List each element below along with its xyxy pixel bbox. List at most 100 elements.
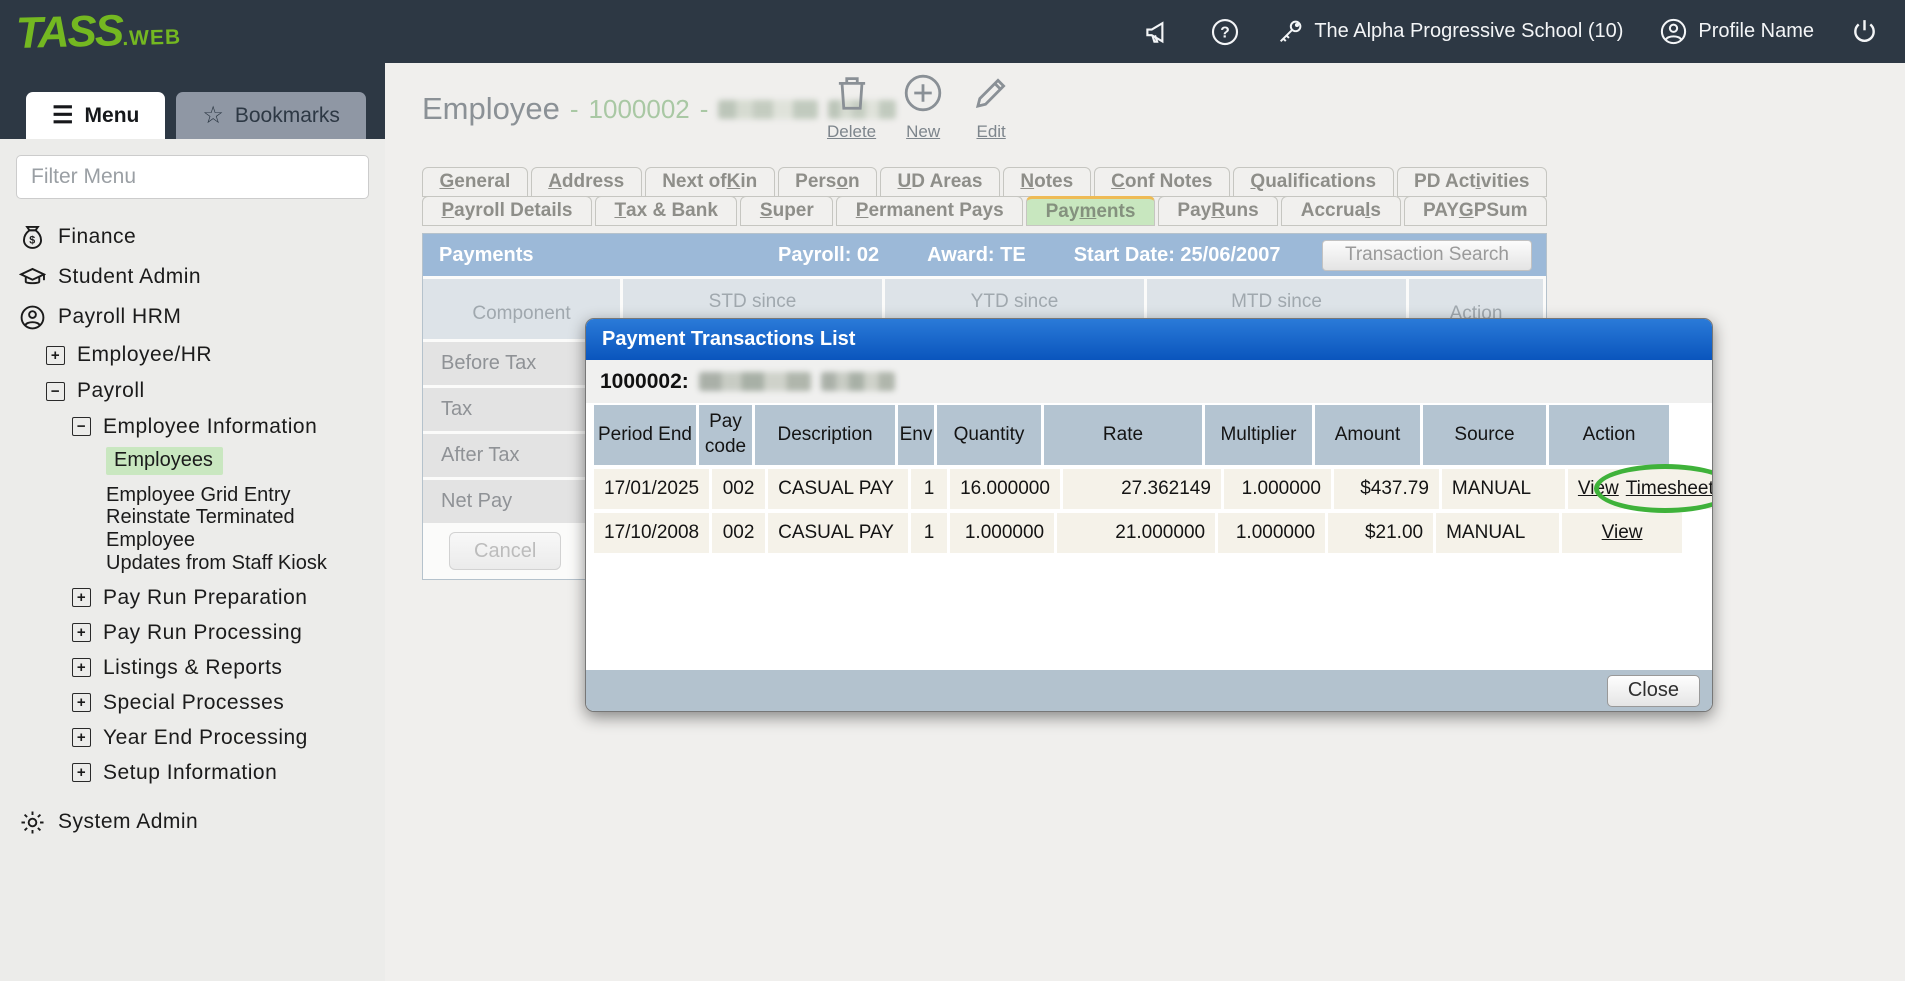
payments-panel-header: Payments Payroll: 02 Award: TE Start Dat… <box>423 234 1546 276</box>
timesheet-link[interactable]: Timesheet <box>1626 478 1713 500</box>
sidebar-item-pay-run-preparation[interactable]: + Pay Run Preparation <box>14 580 379 615</box>
expand-plus-icon[interactable]: + <box>46 346 65 365</box>
tab-permanent-pays[interactable]: Permanent Pays <box>836 196 1023 226</box>
cell-description: CASUAL PAY <box>768 469 908 509</box>
tab-bookmarks[interactable]: ☆ Bookmarks <box>176 92 366 139</box>
help-icon[interactable]: ? <box>1210 17 1240 47</box>
school-name: The Alpha Progressive School (10) <box>1314 20 1623 43</box>
tass-web-logo[interactable]: TASS .WEB <box>0 4 182 59</box>
sidebar-item-payroll-hrm[interactable]: Payroll HRM <box>14 297 379 337</box>
tab-pay-runs[interactable]: Pay Runs <box>1158 196 1278 226</box>
cell-multiplier: 1.000000 <box>1218 513 1325 553</box>
view-link[interactable]: View <box>1578 478 1619 500</box>
sidebar-item-label: Pay Run Preparation <box>103 586 307 610</box>
sidebar-item-payroll[interactable]: −Payroll <box>14 373 379 409</box>
tab-address[interactable]: Address <box>531 167 642 197</box>
svg-text:?: ? <box>1221 24 1231 41</box>
sidebar-item-label: Setup Information <box>103 761 277 785</box>
announcements-megaphone-icon[interactable] <box>1142 17 1174 47</box>
modal-column-period-end: Period End <box>594 405 696 465</box>
sidebar-item-employee-information[interactable]: −Employee Information <box>14 409 379 444</box>
tab-next-of-kin[interactable]: Next of Kin <box>645 167 775 197</box>
sidebar-item-label: Payroll HRM <box>58 305 181 329</box>
tool-label: New <box>906 122 940 142</box>
sidebar-item-student-admin[interactable]: Student Admin <box>14 257 379 297</box>
sidebar-item-finance[interactable]: $Finance <box>14 217 379 257</box>
tab-tax-bank[interactable]: Tax & Bank <box>595 196 737 226</box>
tab-accruals[interactable]: Accruals <box>1281 196 1400 226</box>
close-button[interactable]: Close <box>1607 675 1700 707</box>
expand-plus-icon[interactable]: + <box>72 658 91 677</box>
sidebar-item-reinstate-terminated-employee[interactable]: Reinstate Terminated Employee <box>14 512 379 546</box>
sidebar-item-year-end-processing[interactable]: + Year End Processing <box>14 720 379 755</box>
profile-menu[interactable]: Profile Name <box>1659 17 1814 46</box>
cell-period-end: 17/01/2025 <box>594 469 709 509</box>
expand-plus-icon[interactable]: + <box>72 623 91 642</box>
sidebar-item-setup-information[interactable]: + Setup Information <box>14 755 379 790</box>
tab-conf-notes[interactable]: Conf Notes <box>1094 167 1230 197</box>
expand-plus-icon[interactable]: + <box>72 588 91 607</box>
collapse-minus-icon[interactable]: − <box>46 382 65 401</box>
cell-source: MANUAL <box>1442 469 1565 509</box>
cell-pay-code: 002 <box>712 513 765 553</box>
tab-ud-areas[interactable]: UD Areas <box>880 167 1000 197</box>
logo-sub-text: .WEB <box>122 25 181 51</box>
tab-pd-activities[interactable]: PD Activities <box>1397 167 1547 197</box>
cell-source: MANUAL <box>1436 513 1559 553</box>
modal-column-env: Env <box>898 405 934 465</box>
tab-super[interactable]: Super <box>740 196 833 226</box>
modal-column-quantity: Quantity <box>937 405 1041 465</box>
cell-action: View <box>1562 513 1682 553</box>
tab-qualifications[interactable]: Qualifications <box>1233 167 1394 197</box>
expand-plus-icon[interactable]: + <box>72 728 91 747</box>
transaction-search-button[interactable]: Transaction Search <box>1322 240 1532 271</box>
sidebar-item-special-processes[interactable]: +Special Processes <box>14 685 379 720</box>
sidebar-item-employee-hr[interactable]: + Employee/HR <box>14 337 379 373</box>
payment-transactions-modal: Payment Transactions List 1000002: Perio… <box>585 318 1713 712</box>
sidebar-tab-strip: ☰ Menu ☆ Bookmarks <box>0 63 385 139</box>
modal-column-pay-code: Pay code <box>699 405 752 465</box>
expand-plus-icon[interactable]: + <box>72 693 91 712</box>
modal-title: Payment Transactions List <box>602 328 855 351</box>
tab-general[interactable]: General <box>422 167 528 197</box>
panel-payroll: Payroll: 02 <box>778 244 879 267</box>
redacted-employee-name <box>821 372 895 391</box>
tab-menu[interactable]: ☰ Menu <box>26 92 165 139</box>
new-button[interactable]: New <box>902 71 944 142</box>
delete-button[interactable]: Delete <box>827 71 876 142</box>
tab-payroll-details[interactable]: Payroll Details <box>422 196 592 226</box>
cell-amount: $21.00 <box>1328 513 1433 553</box>
gear-icon <box>18 808 46 836</box>
modal-titlebar: Payment Transactions List <box>586 319 1712 360</box>
modal-column-action: Action <box>1549 405 1669 465</box>
collapse-minus-icon[interactable]: − <box>72 417 91 436</box>
record-toolbar: Delete New Edit <box>827 71 1012 142</box>
edit-button[interactable]: Edit <box>970 71 1012 142</box>
view-link[interactable]: View <box>1602 522 1643 544</box>
filter-menu-input[interactable] <box>16 155 369 199</box>
sidebar-item-system-admin[interactable]: System Admin <box>14 802 379 842</box>
tab-payg-psum[interactable]: PAYG PSum <box>1404 196 1548 226</box>
tab-notes[interactable]: Notes <box>1003 167 1091 197</box>
cell-env: 1 <box>911 469 947 509</box>
hamburger-icon: ☰ <box>52 101 74 130</box>
sidebar-item-listings-reports[interactable]: +Listings & Reports <box>14 650 379 685</box>
sidebar-item-employees[interactable]: Employees <box>14 444 379 478</box>
modal-column-description: Description <box>755 405 895 465</box>
logout-power-icon[interactable] <box>1850 17 1879 46</box>
cell-description: CASUAL PAY <box>768 513 908 553</box>
school-selector[interactable]: The Alpha Progressive School (10) <box>1276 18 1623 46</box>
cell-period-end: 17/10/2008 <box>594 513 709 553</box>
tab-payments[interactable]: Payments <box>1026 196 1155 226</box>
sidebar-item-pay-run-processing[interactable]: +Pay Run Processing <box>14 615 379 650</box>
sidebar-item-label: Year End Processing <box>103 726 308 750</box>
sidebar-item-label: Employee/HR <box>77 343 212 367</box>
tab-person[interactable]: Person <box>778 167 877 197</box>
modal-column-source: Source <box>1423 405 1546 465</box>
cancel-button[interactable]: Cancel <box>449 532 561 570</box>
expand-plus-icon[interactable]: + <box>72 763 91 782</box>
sidebar-item-label: Reinstate Terminated Employee <box>106 506 379 552</box>
sidebar-item-updates-from-staff-kiosk[interactable]: Updates from Staff Kiosk <box>14 546 379 580</box>
cell-multiplier: 1.000000 <box>1224 469 1331 509</box>
panel-title: Payments <box>423 244 778 267</box>
